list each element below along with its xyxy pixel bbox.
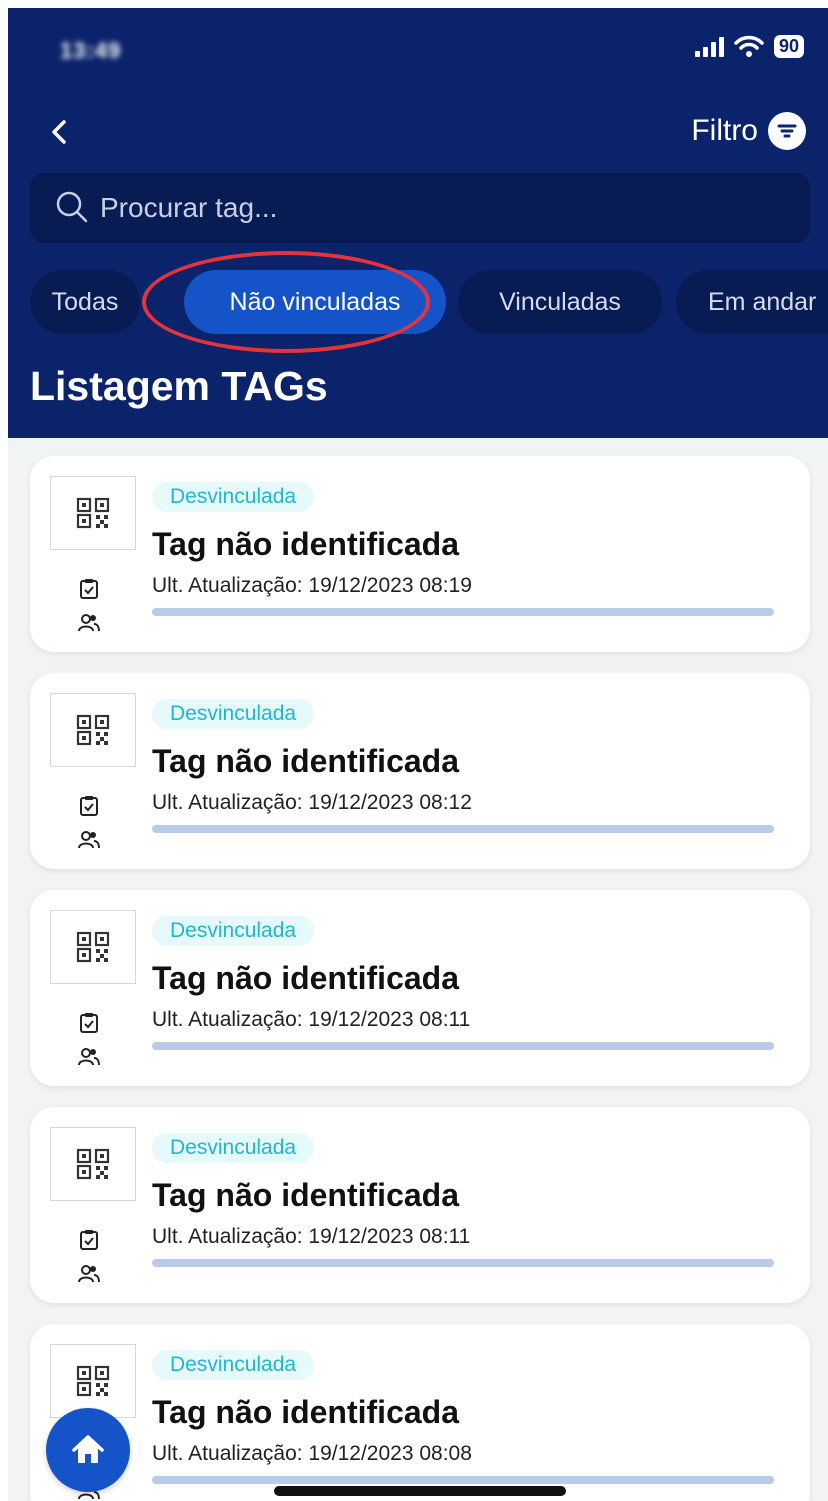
qr-code-icon — [50, 1127, 136, 1201]
tag-last-update: Ult. Atualização: 19/12/2023 08:19 — [152, 574, 472, 597]
tag-last-update: Ult. Atualização: 19/12/2023 08:11 — [152, 1225, 471, 1248]
tag-progress-bar — [152, 825, 774, 833]
clipboard-check-icon — [80, 796, 98, 816]
status-badge: Desvinculada — [152, 1133, 315, 1163]
search-bar[interactable] — [30, 173, 810, 243]
tag-title: Tag não identificada — [152, 960, 459, 996]
chip-nao-vinculadas[interactable]: Não vinculadas — [184, 270, 446, 334]
home-icon — [72, 1435, 104, 1463]
filter-button[interactable]: Filtro — [691, 112, 806, 150]
tag-card[interactable]: Desvinculada Tag não identificada Ult. A… — [30, 890, 810, 1086]
status-badge: Desvinculada — [152, 699, 315, 729]
tag-title: Tag não identificada — [152, 1177, 459, 1213]
tag-last-update: Ult. Atualização: 19/12/2023 08:11 — [152, 1008, 471, 1031]
wifi-icon — [734, 35, 764, 57]
search-icon — [56, 191, 88, 223]
tag-card[interactable]: Desvinculada Tag não identificada Ult. A… — [30, 1324, 810, 1501]
filter-icon — [768, 112, 806, 150]
filter-chips: Todas Não vinculadas Vinculadas Em andar — [30, 270, 828, 334]
home-indicator[interactable] — [274, 1486, 566, 1496]
status-time: 13:49 — [60, 38, 122, 63]
app-header: 13:49 90 Filtro Procurar tag... Todas Nã… — [8, 8, 828, 438]
page-title: Listagem TAGs — [30, 363, 328, 409]
people-icon — [78, 614, 100, 632]
tag-card[interactable]: Desvinculada Tag não identificada Ult. A… — [30, 456, 810, 652]
battery-level: 90 — [778, 35, 799, 56]
tag-title: Tag não identificada — [152, 526, 459, 562]
home-button[interactable] — [46, 1408, 130, 1492]
tag-last-update: Ult. Atualização: 19/12/2023 08:08 — [152, 1442, 472, 1465]
tag-title: Tag não identificada — [152, 743, 459, 779]
signal-icon — [694, 35, 724, 57]
app-screen: 13:49 90 Filtro Procurar tag... Todas Nã… — [8, 8, 828, 1501]
chip-todas[interactable]: Todas — [30, 270, 140, 334]
people-icon — [78, 1048, 100, 1066]
status-badge: Desvinculada — [152, 916, 315, 946]
tag-progress-bar — [152, 1476, 774, 1484]
battery-icon: 90 — [773, 34, 804, 58]
chevron-left-icon — [52, 120, 66, 144]
clipboard-check-icon — [80, 1230, 98, 1250]
tag-progress-bar — [152, 608, 774, 616]
people-icon — [78, 831, 100, 849]
tag-last-update: Ult. Atualização: 19/12/2023 08:12 — [152, 791, 472, 814]
tag-progress-bar — [152, 1259, 774, 1267]
tag-card[interactable]: Desvinculada Tag não identificada Ult. A… — [30, 673, 810, 869]
tag-title: Tag não identificada — [152, 1394, 459, 1430]
chip-vinculadas[interactable]: Vinculadas — [458, 270, 662, 334]
filter-label: Filtro — [691, 114, 758, 147]
status-badge: Desvinculada — [152, 482, 315, 512]
tag-progress-bar — [152, 1042, 774, 1050]
status-indicators: 90 — [694, 34, 804, 58]
qr-code-icon — [50, 1344, 136, 1418]
back-button[interactable] — [42, 112, 82, 152]
clipboard-check-icon — [80, 1013, 98, 1033]
status-badge: Desvinculada — [152, 1350, 315, 1380]
qr-code-icon — [50, 693, 136, 767]
tag-card[interactable]: Desvinculada Tag não identificada Ult. A… — [30, 1107, 810, 1303]
clipboard-check-icon — [80, 579, 98, 599]
search-input[interactable] — [98, 191, 702, 225]
chip-em-andamento[interactable]: Em andar — [676, 270, 828, 334]
qr-code-icon — [50, 476, 136, 550]
qr-code-icon — [50, 910, 136, 984]
people-icon — [78, 1265, 100, 1283]
